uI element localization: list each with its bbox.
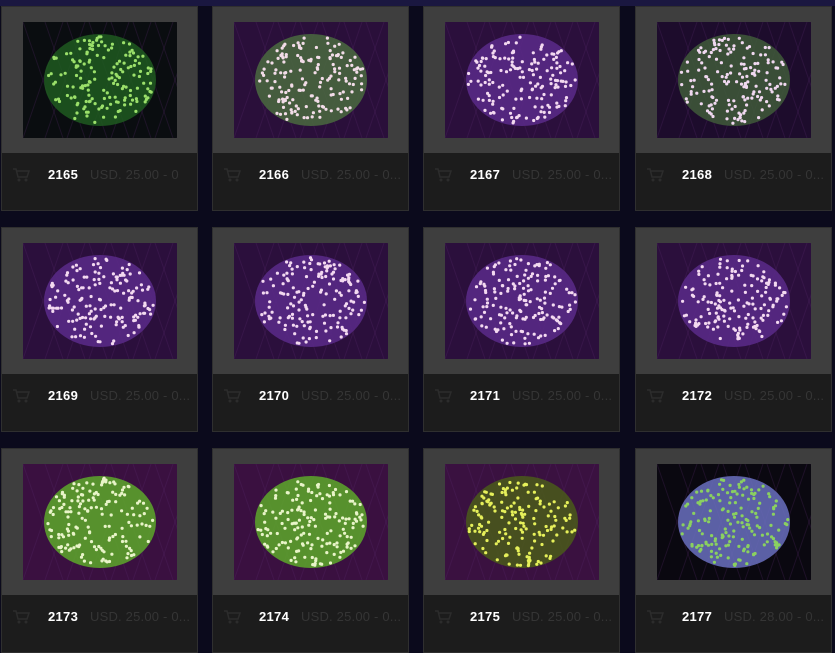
cart-icon[interactable] [646, 388, 665, 404]
product-card[interactable]: USD. 28.00 - 0... 2177 [635, 448, 832, 653]
product-sku[interactable]: 2168 [682, 167, 712, 182]
product-thumbnail[interactable] [445, 464, 599, 580]
product-price: USD. 25.00 - 0... [512, 167, 613, 182]
product-price: USD. 25.00 - 0... [301, 388, 402, 403]
product-price: USD. 28.00 - 0... [724, 609, 825, 624]
cart-icon[interactable] [434, 388, 453, 404]
product-price: USD. 25.00 - 0... [724, 388, 825, 403]
product-card[interactable]: USD. 25.00 - 0... 2174 [212, 448, 409, 653]
product-sku[interactable]: 2177 [682, 609, 712, 624]
product-price: USD. 25.00 - 0 [90, 167, 179, 182]
product-image-frame [213, 228, 408, 374]
product-info: USD. 25.00 - 0... 2170 [213, 374, 408, 431]
product-thumbnail[interactable] [23, 22, 177, 138]
cart-icon[interactable] [12, 609, 31, 625]
product-price: USD. 25.00 - 0... [301, 167, 402, 182]
product-sku[interactable]: 2172 [682, 388, 712, 403]
product-image-frame [213, 449, 408, 595]
product-thumbnail[interactable] [23, 464, 177, 580]
product-image-frame [2, 228, 197, 374]
cart-icon[interactable] [646, 609, 665, 625]
product-card[interactable]: USD. 25.00 - 0... 2169 [1, 227, 198, 432]
product-info: USD. 25.00 - 0... 2173 [2, 595, 197, 652]
product-card[interactable]: USD. 25.00 - 0... 2167 [423, 6, 620, 211]
product-grid: USD. 25.00 - 0 2165 USD. 25.00 - 0... 2166 U… [0, 6, 835, 653]
product-image-frame [424, 7, 619, 153]
product-sku[interactable]: 2166 [259, 167, 289, 182]
product-price: USD. 25.00 - 0... [301, 609, 402, 624]
product-info: USD. 25.00 - 0... 2166 [213, 153, 408, 210]
product-card[interactable]: USD. 25.00 - 0... 2172 [635, 227, 832, 432]
product-info: USD. 25.00 - 0... 2168 [636, 153, 831, 210]
product-card[interactable]: USD. 25.00 - 0... 2170 [212, 227, 409, 432]
product-image-frame [636, 228, 831, 374]
product-info: USD. 25.00 - 0... 2171 [424, 374, 619, 431]
product-price: USD. 25.00 - 0... [90, 609, 191, 624]
product-card[interactable]: USD. 25.00 - 0... 2168 [635, 6, 832, 211]
cart-icon[interactable] [223, 388, 242, 404]
product-sku[interactable]: 2173 [48, 609, 78, 624]
product-info: USD. 25.00 - 0 2165 [2, 153, 197, 210]
product-image-frame [636, 449, 831, 595]
product-image-frame [636, 7, 831, 153]
cart-icon[interactable] [12, 388, 31, 404]
product-info: USD. 25.00 - 0... 2169 [2, 374, 197, 431]
product-image-frame [424, 449, 619, 595]
product-sku[interactable]: 2171 [470, 388, 500, 403]
product-thumbnail[interactable] [657, 243, 811, 359]
product-thumbnail[interactable] [445, 22, 599, 138]
product-thumbnail[interactable] [445, 243, 599, 359]
product-info: USD. 28.00 - 0... 2177 [636, 595, 831, 652]
product-card[interactable]: USD. 25.00 - 0... 2175 [423, 448, 620, 653]
product-sku[interactable]: 2169 [48, 388, 78, 403]
cart-icon[interactable] [434, 167, 453, 183]
product-price: USD. 25.00 - 0... [724, 167, 825, 182]
product-image-frame [213, 7, 408, 153]
product-image-frame [2, 7, 197, 153]
product-image-frame [2, 449, 197, 595]
product-info: USD. 25.00 - 0... 2172 [636, 374, 831, 431]
product-info: USD. 25.00 - 0... 2174 [213, 595, 408, 652]
product-thumbnail[interactable] [234, 464, 388, 580]
product-info: USD. 25.00 - 0... 2175 [424, 595, 619, 652]
product-price: USD. 25.00 - 0... [90, 388, 191, 403]
product-sku[interactable]: 2167 [470, 167, 500, 182]
product-card[interactable]: USD. 25.00 - 0 2165 [1, 6, 198, 211]
product-thumbnail[interactable] [234, 22, 388, 138]
product-thumbnail[interactable] [23, 243, 177, 359]
product-info: USD. 25.00 - 0... 2167 [424, 153, 619, 210]
product-sku[interactable]: 2175 [470, 609, 500, 624]
product-sku[interactable]: 2174 [259, 609, 289, 624]
product-thumbnail[interactable] [657, 464, 811, 580]
cart-icon[interactable] [434, 609, 453, 625]
product-thumbnail[interactable] [234, 243, 388, 359]
product-image-frame [424, 228, 619, 374]
product-sku[interactable]: 2170 [259, 388, 289, 403]
cart-icon[interactable] [12, 167, 31, 183]
product-price: USD. 25.00 - 0... [512, 388, 613, 403]
product-card[interactable]: USD. 25.00 - 0... 2166 [212, 6, 409, 211]
cart-icon[interactable] [646, 167, 665, 183]
product-card[interactable]: USD. 25.00 - 0... 2173 [1, 448, 198, 653]
product-card[interactable]: USD. 25.00 - 0... 2171 [423, 227, 620, 432]
product-thumbnail[interactable] [657, 22, 811, 138]
product-sku[interactable]: 2165 [48, 167, 78, 182]
cart-icon[interactable] [223, 167, 242, 183]
cart-icon[interactable] [223, 609, 242, 625]
product-price: USD. 25.00 - 0... [512, 609, 613, 624]
